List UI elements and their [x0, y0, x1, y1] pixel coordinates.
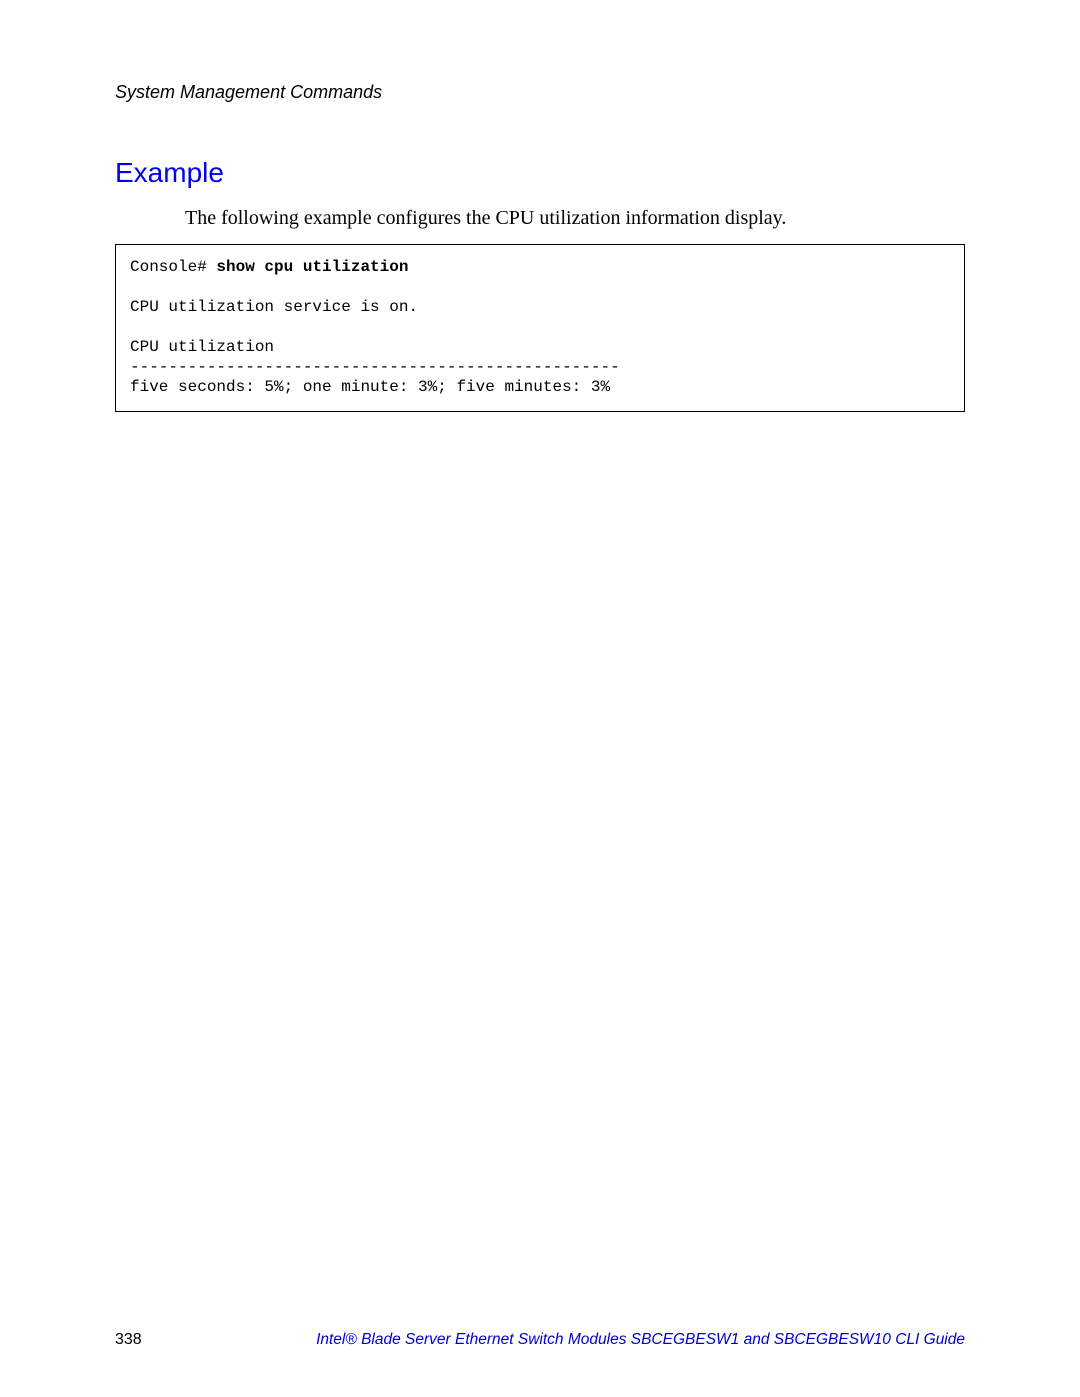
- page-footer: 338 Intel® Blade Server Ethernet Switch …: [115, 1331, 965, 1349]
- example-intro-text: The following example configures the CPU…: [115, 207, 965, 230]
- code-line: CPU utilization service is on.: [130, 298, 418, 316]
- code-command: show cpu utilization: [216, 258, 408, 276]
- code-line: CPU utilization: [130, 338, 274, 356]
- running-header: System Management Commands: [115, 82, 965, 103]
- code-box: Console# show cpu utilization CPU utiliz…: [115, 244, 965, 412]
- footer-title: Intel® Blade Server Ethernet Switch Modu…: [316, 1331, 965, 1349]
- code-prompt: Console#: [130, 258, 216, 276]
- code-line: five seconds: 5%; one minute: 3%; five m…: [130, 378, 610, 396]
- code-line: ----------------------------------------…: [130, 358, 620, 376]
- section-heading-example: Example: [115, 157, 965, 189]
- page: System Management Commands Example The f…: [0, 0, 1080, 1397]
- page-number: 338: [115, 1331, 142, 1349]
